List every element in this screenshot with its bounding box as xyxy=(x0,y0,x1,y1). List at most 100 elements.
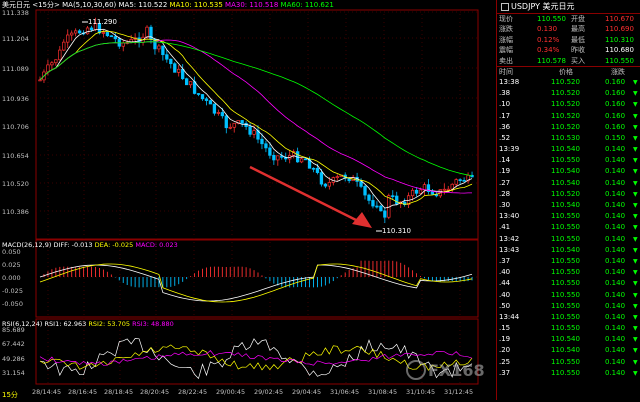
candle-body xyxy=(113,36,117,40)
candle-body xyxy=(359,181,363,187)
tick-row[interactable]: .19 110.540 0.140 ▼ xyxy=(497,166,640,177)
candle-body xyxy=(77,30,82,34)
candle-body xyxy=(137,37,141,43)
down-arrow-icon: ▼ xyxy=(633,146,638,154)
tick-row[interactable]: .36 110.520 0.160 ▼ xyxy=(497,122,640,133)
tick-row[interactable]: .44 110.550 0.140 ▼ xyxy=(497,278,640,289)
quote-label-2: 开盘 xyxy=(571,15,585,23)
tick-row[interactable]: .37 110.550 0.140 ▼ xyxy=(497,368,640,379)
tick-row[interactable]: .10 110.520 0.160 ▼ xyxy=(497,99,640,110)
tick-row[interactable]: .28 110.520 0.140 ▼ xyxy=(497,189,640,200)
quote-row: 震幅 0.34% 昨收 110.680 xyxy=(497,45,640,55)
down-arrow-icon: ▼ xyxy=(633,90,638,98)
down-arrow-icon: ▼ xyxy=(633,291,638,299)
candle-body xyxy=(315,167,320,173)
tick-price: 110.550 xyxy=(551,301,580,310)
tick-change: 0.140 xyxy=(605,256,626,265)
period-tag[interactable]: 15分 xyxy=(2,390,18,400)
macd-tick-label: 0.025 xyxy=(2,261,21,269)
down-arrow-icon: ▼ xyxy=(633,313,638,321)
down-arrow-icon: ▼ xyxy=(633,78,638,86)
candle-body xyxy=(208,100,213,105)
tick-row[interactable]: .27 110.540 0.140 ▼ xyxy=(497,178,640,189)
down-arrow-icon: ▼ xyxy=(633,257,638,265)
quote-label-2: 最高 xyxy=(571,25,585,34)
tick-row[interactable]: .25 110.550 0.140 ▼ xyxy=(497,357,640,368)
tick-change: 0.140 xyxy=(605,279,626,288)
tick-list[interactable]: 13:38 110.520 0.160 ▼ .38 110.520 0.160 ▼ .10 110… xyxy=(497,77,640,379)
tick-time: .20 xyxy=(499,346,511,355)
candle-body xyxy=(252,130,256,135)
tick-price: 110.520 xyxy=(551,122,580,131)
candle-body xyxy=(109,35,113,38)
candle-body xyxy=(58,49,62,61)
down-arrow-icon: ▼ xyxy=(633,246,638,254)
tick-row[interactable]: .40 110.550 0.140 ▼ xyxy=(497,290,640,301)
candle-body xyxy=(216,112,221,114)
quote-row: 涨幅 0.12% 最低 110.310 xyxy=(497,35,640,45)
tick-price: 110.540 xyxy=(551,178,580,187)
rsi-tick-label: 49.286 xyxy=(2,355,25,363)
tick-row[interactable]: 13:44 110.550 0.140 ▼ xyxy=(497,312,640,323)
tick-row[interactable]: .30 110.540 0.140 ▼ xyxy=(497,200,640,211)
tick-row[interactable]: .20 110.540 0.140 ▼ xyxy=(497,345,640,356)
price-tick-label: 110.654 xyxy=(2,152,29,160)
tick-time: .30 xyxy=(499,201,511,210)
tick-time: 13:43 xyxy=(499,245,520,254)
rsi-tick-label: 31.154 xyxy=(2,369,25,377)
tick-change: 0.140 xyxy=(605,189,626,198)
tick-time: .50 xyxy=(499,301,511,310)
candle-body xyxy=(50,62,54,66)
tick-row[interactable]: 13:38 110.520 0.160 ▼ xyxy=(497,77,640,88)
candle-body xyxy=(200,94,205,100)
tick-price: 110.550 xyxy=(551,223,580,232)
main-panel-frame xyxy=(35,9,479,240)
tick-time: 13:40 xyxy=(499,212,520,221)
tick-row[interactable]: 13:40 110.550 0.140 ▼ xyxy=(497,211,640,222)
candle-body xyxy=(169,58,173,65)
tick-row[interactable]: .50 110.550 0.140 ▼ xyxy=(497,301,640,312)
candle-body xyxy=(181,68,185,80)
tick-time: .37 xyxy=(499,368,511,377)
tick-row[interactable]: .17 110.520 0.160 ▼ xyxy=(497,111,640,122)
ma-settings-label[interactable]: MA(5,10,30,60) xyxy=(62,1,116,9)
tick-row[interactable]: .14 110.550 0.140 ▼ xyxy=(497,155,640,166)
quote-row: 卖出 110.578 买入 110.550 xyxy=(497,56,640,66)
tick-row[interactable]: .19 110.540 0.140 ▼ xyxy=(497,334,640,345)
symbol-label: 美元日元 xyxy=(2,1,30,9)
time-tick-label: 29/04:45 xyxy=(292,388,321,396)
candle-body xyxy=(232,122,236,128)
tick-row[interactable]: .40 110.550 0.140 ▼ xyxy=(497,267,640,278)
quote-value-2: 110.550 xyxy=(605,56,634,65)
down-arrow-icon: ▼ xyxy=(633,123,638,131)
tick-time: .27 xyxy=(499,178,511,187)
tick-change: 0.140 xyxy=(605,201,626,210)
tick-row[interactable]: 13:39 110.540 0.140 ▼ xyxy=(497,144,640,155)
tick-row[interactable]: .37 110.550 0.140 ▼ xyxy=(497,256,640,267)
tick-change: 0.160 xyxy=(605,77,626,86)
tick-row[interactable]: .38 110.520 0.160 ▼ xyxy=(497,88,640,99)
rsi2-value: RSI2: 53.705 xyxy=(88,320,131,328)
chart-area[interactable]: 111.338 111.204 111.089 110.936 110.706 110.6… xyxy=(0,0,496,400)
tick-row[interactable]: .41 110.550 0.140 ▼ xyxy=(497,222,640,233)
time-tick-label: 28/18:45 xyxy=(104,388,133,396)
price-tick-label: 110.386 xyxy=(2,208,29,216)
quote-label: 震幅 xyxy=(499,46,513,55)
tick-change: 0.140 xyxy=(605,368,626,377)
tick-change: 0.140 xyxy=(605,268,626,277)
down-arrow-icon: ▼ xyxy=(633,213,638,221)
tick-row[interactable]: 13:43 110.540 0.140 ▼ xyxy=(497,245,640,256)
ma30-label: MA30: 110.518 xyxy=(225,1,279,9)
tick-price: 110.520 xyxy=(551,189,580,198)
macd-dea-line xyxy=(39,263,473,303)
tick-row[interactable]: .15 110.550 0.140 ▼ xyxy=(497,323,640,334)
tick-row[interactable]: 13:42 110.550 0.140 ▼ xyxy=(497,234,640,245)
tick-price: 110.540 xyxy=(551,245,580,254)
tick-row[interactable]: .52 110.530 0.150 ▼ xyxy=(497,133,640,144)
down-arrow-icon: ▼ xyxy=(633,325,638,333)
candle-body xyxy=(165,54,169,60)
tick-price: 110.550 xyxy=(551,268,580,277)
quote-value: 0.12% xyxy=(537,35,560,44)
tick-change: 0.140 xyxy=(605,178,626,187)
svg-text:FX168: FX168 xyxy=(428,361,485,380)
